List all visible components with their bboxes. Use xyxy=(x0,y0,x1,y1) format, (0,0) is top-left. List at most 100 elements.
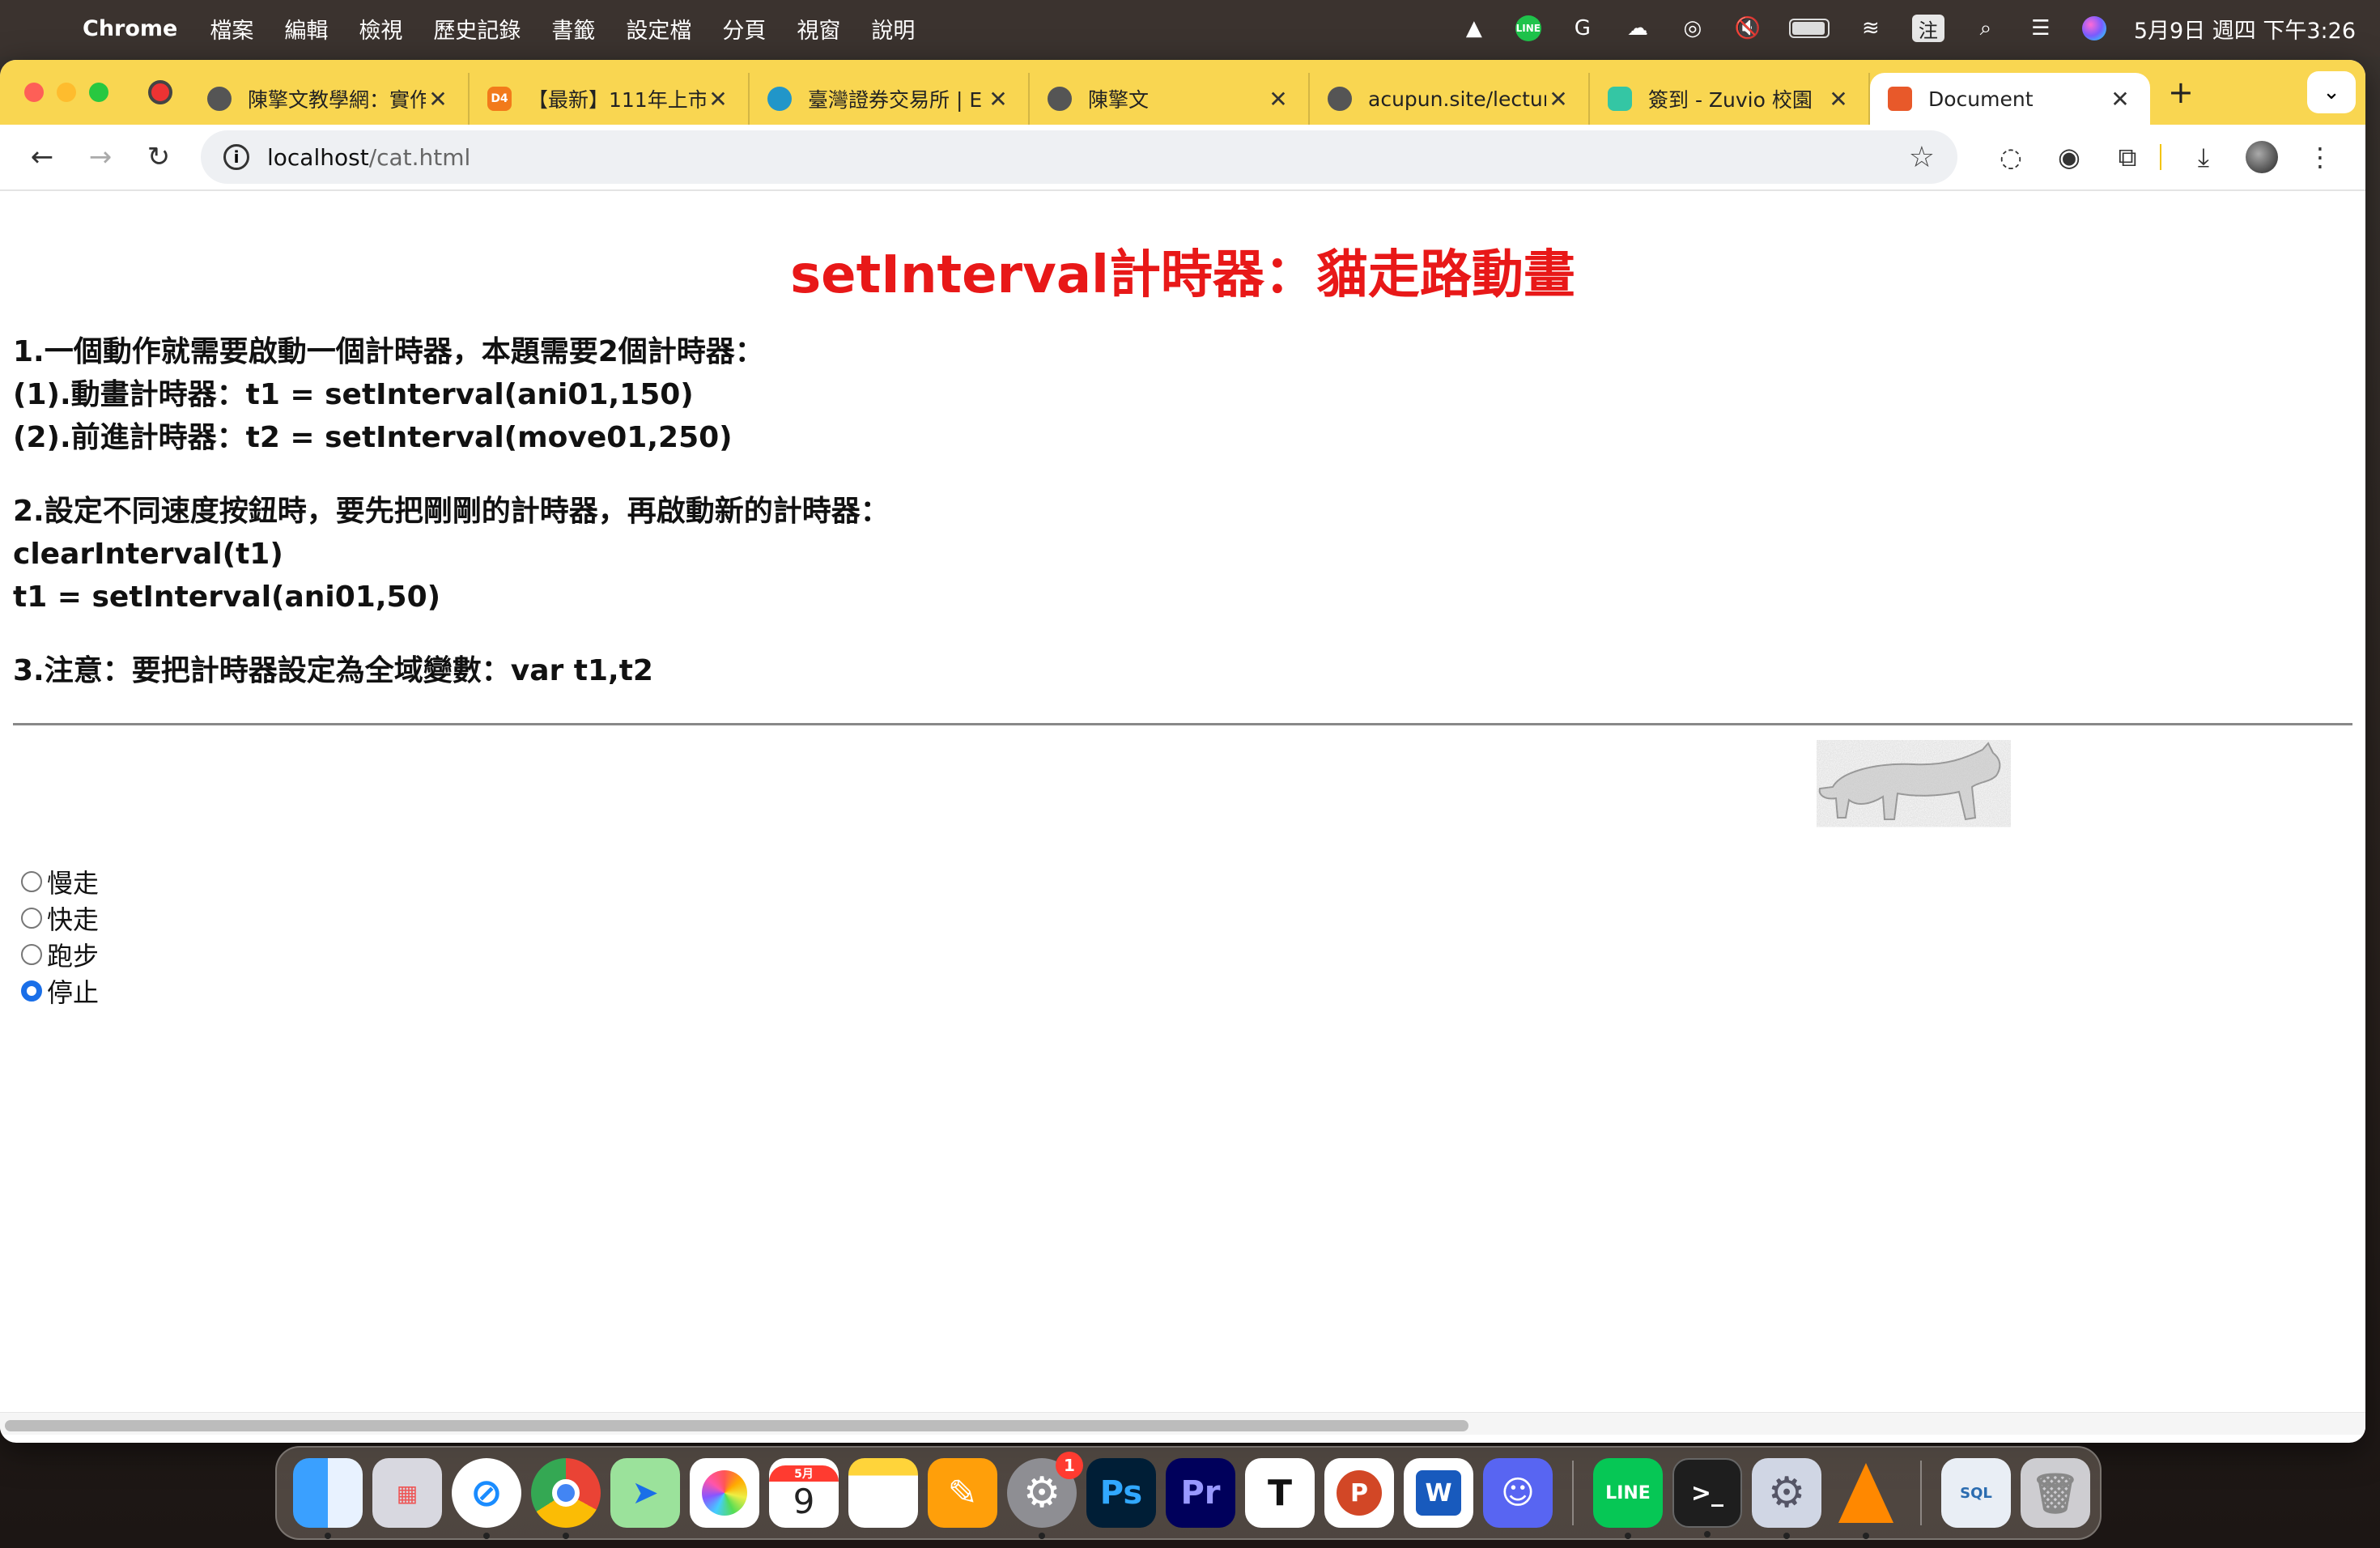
scrollbar-thumb[interactable] xyxy=(5,1420,1468,1431)
radio-run[interactable]: 跑步 xyxy=(13,936,2352,972)
control-center-icon[interactable]: ☰ xyxy=(2027,15,2055,42)
zuvio-icon xyxy=(1608,87,1632,111)
radio-slow-walk[interactable]: 慢走 xyxy=(13,863,2352,899)
horizontal-scrollbar[interactable] xyxy=(0,1412,2365,1435)
creative-cloud-icon[interactable]: ◎ xyxy=(1679,15,1706,42)
profile-avatar[interactable] xyxy=(2238,133,2286,181)
tab-3[interactable]: 臺灣證券交易所 | E ✕ xyxy=(750,73,1030,125)
radio-stop[interactable]: 停止 xyxy=(13,972,2352,1009)
photos-icon[interactable] xyxy=(690,1458,759,1528)
powerpoint-icon[interactable]: P xyxy=(1324,1458,1394,1528)
new-tab-button[interactable]: + xyxy=(2168,74,2194,110)
zoom-window-button[interactable] xyxy=(89,83,108,102)
radio-button-fast[interactable] xyxy=(21,907,42,929)
extension-eye-icon[interactable]: ◌ xyxy=(1987,133,2035,181)
notes-icon[interactable] xyxy=(848,1458,918,1528)
running-indicator xyxy=(1625,1533,1631,1539)
grammarly-status-icon[interactable]: G xyxy=(1569,15,1596,42)
globe-icon xyxy=(1328,87,1352,111)
system-settings-icon[interactable]: ⚙ 1 xyxy=(1007,1452,1083,1539)
finder-icon[interactable] xyxy=(293,1458,363,1539)
menubar-clock[interactable]: 5月9日 週四 下午3:26 xyxy=(2134,13,2356,45)
menu-help[interactable]: 說明 xyxy=(871,13,915,45)
reload-button[interactable]: ↻ xyxy=(134,133,183,181)
tab-1[interactable]: 陳擎文教學網：實作 ✕ xyxy=(189,73,470,125)
tab-4[interactable]: 陳擎文 ✕ xyxy=(1030,73,1310,125)
menu-bookmarks[interactable]: 書籤 xyxy=(551,13,595,45)
vlc-icon[interactable] xyxy=(1831,1458,1901,1539)
tab-active-document[interactable]: Document ✕ xyxy=(1870,73,2150,125)
pinned-tab[interactable] xyxy=(136,68,185,117)
section-1-line-3: (2).前進計時器：t2 = setInterval(move01,250) xyxy=(13,421,733,454)
mysql-workbench-icon[interactable]: SQL xyxy=(1941,1458,2011,1528)
close-tab-icon[interactable]: ✕ xyxy=(1826,86,1851,113)
spotlight-search-icon[interactable]: ⌕ xyxy=(1972,15,2000,42)
tab-6[interactable]: 簽到 - Zuvio 校園 ✕ xyxy=(1590,73,1870,125)
more-menu-icon[interactable]: ⋮ xyxy=(2296,133,2344,181)
discord-icon[interactable]: ☺ xyxy=(1483,1458,1553,1528)
premiere-pro-icon[interactable]: Pr xyxy=(1166,1458,1235,1528)
typora-icon[interactable]: T xyxy=(1245,1458,1315,1528)
tab-2[interactable]: D4 【最新】111年上市 ✕ xyxy=(470,73,750,125)
browser-toolbar: ← → ↻ i localhost/cat.html ☆ ◌ ◉ ⧉ ⤓ ⋮ xyxy=(0,125,2365,191)
tab-search-button[interactable]: ⌄ xyxy=(2307,71,2356,113)
word-icon[interactable]: W xyxy=(1404,1458,1473,1528)
trash-icon[interactable]: 🗑 xyxy=(2021,1458,2090,1528)
safari-icon[interactable]: ⊘ xyxy=(452,1458,521,1539)
minimize-window-button[interactable] xyxy=(57,83,76,102)
macos-dock: ▦ ⊘ ➤ 5月 9 ✎ ⚙ 1 Ps Pr T P W ☺ LINE >_ ⚙ … xyxy=(275,1446,2102,1540)
close-tab-icon[interactable]: ✕ xyxy=(1546,86,1570,113)
chrome-icon[interactable] xyxy=(531,1458,601,1539)
pages-icon[interactable]: ✎ xyxy=(928,1458,997,1528)
wifi-icon[interactable]: ≋ xyxy=(1857,15,1885,42)
battery-icon[interactable] xyxy=(1788,19,1830,38)
photoshop-icon[interactable]: Ps xyxy=(1086,1458,1156,1528)
line-status-icon[interactable]: LINE xyxy=(1515,15,1541,41)
menu-file[interactable]: 檔案 xyxy=(210,13,253,45)
running-indicator xyxy=(483,1533,490,1539)
menu-tab[interactable]: 分頁 xyxy=(722,13,766,45)
radio-label: 停止 xyxy=(47,976,100,1008)
bookmark-star-icon[interactable]: ☆ xyxy=(1909,141,1935,174)
section-3-line-1: 3.注意：要把計時器設定為全域變數：var t1,t2 xyxy=(13,654,653,687)
download-icon[interactable]: ⤓ xyxy=(2179,133,2228,181)
address-bar[interactable]: i localhost/cat.html ☆ xyxy=(201,130,1957,184)
launchpad-icon[interactable]: ▦ xyxy=(372,1458,442,1528)
terminal-icon[interactable]: >_ xyxy=(1672,1458,1742,1537)
close-tab-icon[interactable]: ✕ xyxy=(706,86,730,113)
siri-icon[interactable] xyxy=(2081,16,2106,40)
menu-window[interactable]: 視窗 xyxy=(797,13,840,45)
site-info-icon[interactable]: i xyxy=(223,144,249,170)
forward-button[interactable]: → xyxy=(76,133,125,181)
radio-button-run[interactable] xyxy=(21,943,42,965)
close-window-button[interactable] xyxy=(24,83,44,102)
word-glyph: W xyxy=(1416,1470,1461,1516)
section-3: 3.注意：要把計時器設定為全域變數：var t1,t2 xyxy=(13,649,2352,692)
icloud-icon[interactable]: ☁ xyxy=(1624,15,1651,42)
extensions-puzzle-icon[interactable]: ⧉ xyxy=(2103,133,2152,181)
menu-app-name[interactable]: Chrome xyxy=(83,16,177,41)
close-tab-icon[interactable]: ✕ xyxy=(426,86,450,113)
url-text[interactable]: localhost/cat.html xyxy=(267,144,1909,171)
close-tab-icon[interactable]: ✕ xyxy=(986,86,1010,113)
screen-recorder-extension-icon[interactable]: ◉ xyxy=(2045,133,2093,181)
line-icon[interactable]: LINE xyxy=(1593,1458,1663,1539)
system-preferences-icon[interactable]: ⚙ xyxy=(1752,1458,1821,1539)
tab-5[interactable]: acupun.site/lectur ✕ xyxy=(1310,73,1590,125)
radio-button-slow[interactable] xyxy=(21,870,42,892)
menu-view[interactable]: 檢視 xyxy=(359,13,402,45)
maps-icon[interactable]: ➤ xyxy=(610,1458,680,1528)
vlc-status-icon[interactable]: ▲ xyxy=(1460,15,1488,42)
radio-label: 跑步 xyxy=(47,940,100,972)
radio-fast-walk[interactable]: 快走 xyxy=(13,899,2352,936)
close-tab-icon[interactable]: ✕ xyxy=(1266,86,1290,113)
mute-icon[interactable]: 🔇 xyxy=(1734,15,1762,42)
menu-edit[interactable]: 編輯 xyxy=(284,13,328,45)
input-method-indicator[interactable]: 注 xyxy=(1911,15,1944,42)
calendar-icon[interactable]: 5月 9 xyxy=(769,1458,839,1528)
radio-button-stop[interactable] xyxy=(21,980,42,1002)
close-tab-icon[interactable]: ✕ xyxy=(2108,86,2132,113)
menu-history[interactable]: 歷史記錄 xyxy=(433,13,521,45)
back-button[interactable]: ← xyxy=(18,133,66,181)
menu-profiles[interactable]: 設定檔 xyxy=(626,13,691,45)
